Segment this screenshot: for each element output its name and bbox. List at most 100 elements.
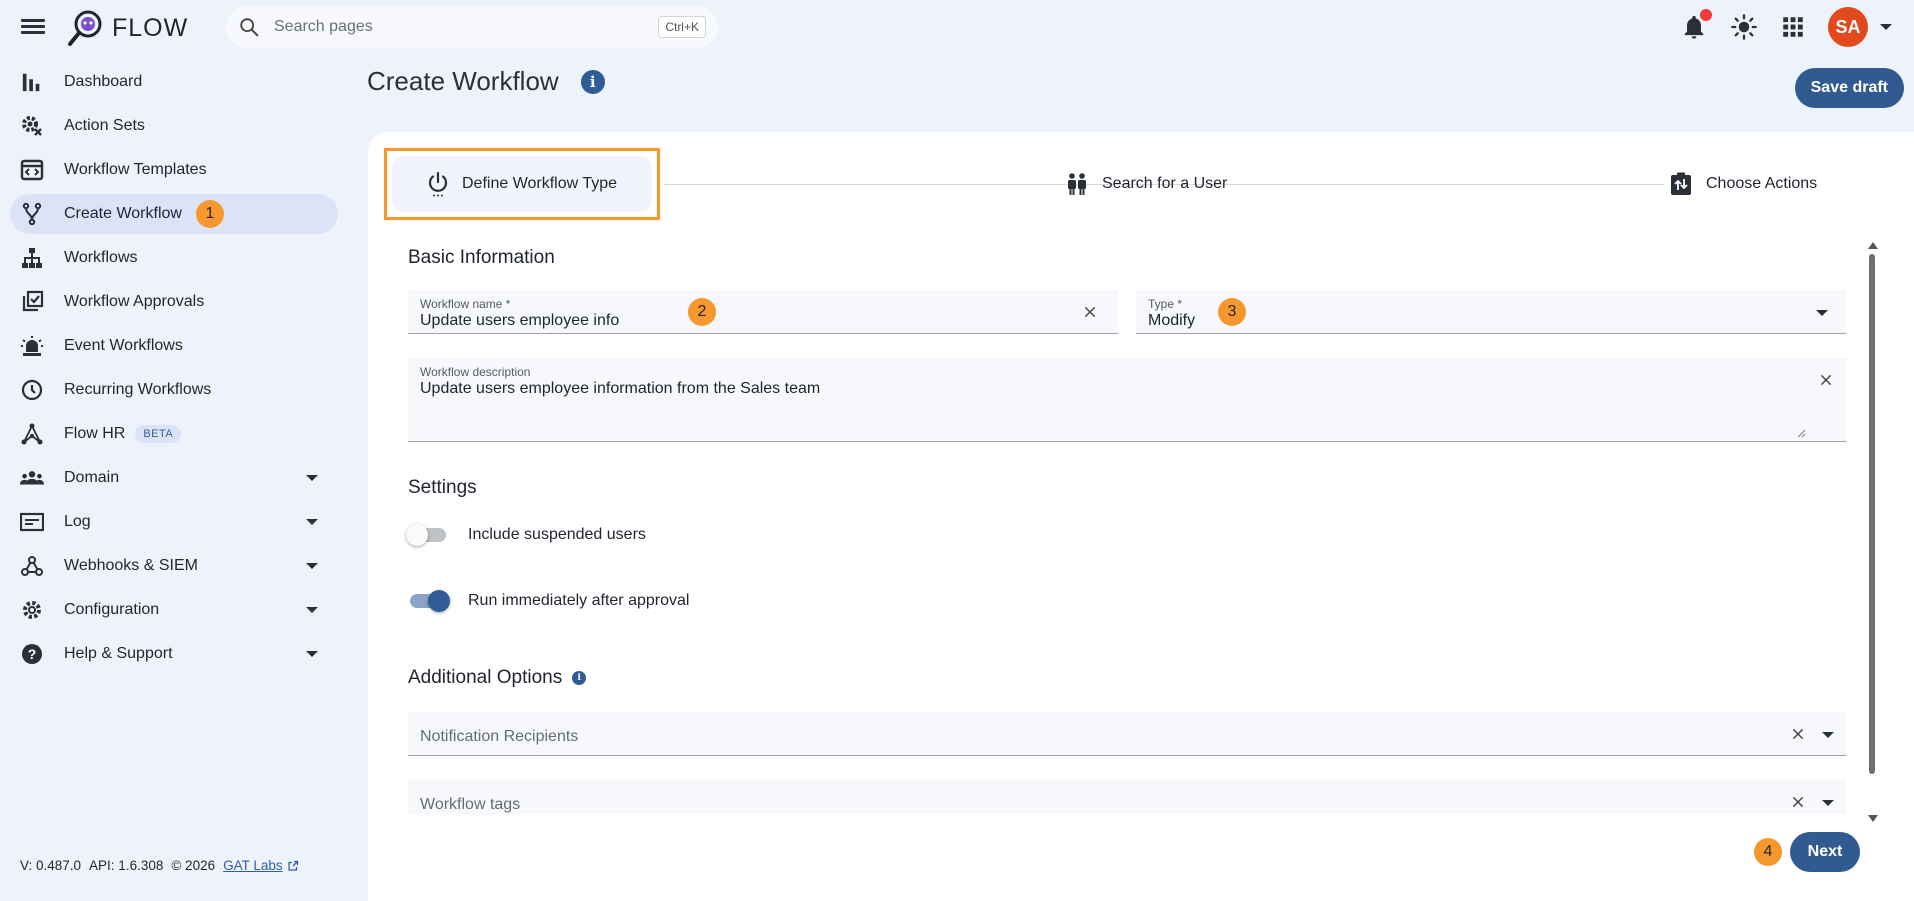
workflow-name-field[interactable]: Workflow name * Update users employee in… xyxy=(408,290,1118,334)
close-icon[interactable] xyxy=(1790,726,1806,742)
sidebar-item-workflows[interactable]: Workflows xyxy=(10,238,338,278)
chevron-down-icon[interactable] xyxy=(1816,310,1828,316)
scroll-down-arrow[interactable] xyxy=(1868,815,1878,822)
search-icon xyxy=(240,18,259,37)
info-icon[interactable]: i xyxy=(572,671,587,685)
include-suspended-toggle[interactable] xyxy=(406,524,446,546)
sidebar-item-label: Configuration xyxy=(64,601,160,618)
sidebar-item-configuration[interactable]: Configuration xyxy=(10,590,338,630)
step-search-user[interactable]: Search for a User xyxy=(1066,154,1227,214)
sidebar-item-label: Workflow Templates xyxy=(64,161,207,178)
field-label: Workflow description xyxy=(420,365,531,379)
next-button[interactable]: Next xyxy=(1790,832,1860,872)
external-link-icon[interactable] xyxy=(287,860,299,872)
step-label: Define Workflow Type xyxy=(462,175,618,192)
type-select[interactable]: Type * Modify 3 xyxy=(1136,290,1846,334)
close-icon[interactable] xyxy=(1790,794,1806,810)
chevron-down-icon[interactable] xyxy=(1822,732,1834,738)
next-action: 4 Next xyxy=(1754,832,1860,872)
sidebar-item-label: Log xyxy=(64,513,91,530)
info-icon[interactable]: i xyxy=(580,69,605,94)
step-choose-actions[interactable]: Choose Actions xyxy=(1670,154,1817,214)
sidebar-item-recurring-workflows[interactable]: Recurring Workflows xyxy=(10,370,338,410)
api-version-text: API: 1.6.308 xyxy=(89,858,164,873)
section-additional-options: Additional Options i xyxy=(408,667,587,689)
top-actions: SA xyxy=(1680,6,1892,48)
sidebar-item-label: Action Sets xyxy=(64,117,145,134)
svg-text:?: ? xyxy=(28,646,37,662)
sidebar-item-label: Flow HR xyxy=(64,425,126,442)
sidebar-item-action-sets[interactable]: Action Sets xyxy=(10,106,338,146)
alarm-light-icon xyxy=(20,334,44,358)
help-icon: ? xyxy=(20,642,44,666)
form-scrollbar[interactable] xyxy=(1866,240,1878,822)
sidebar-item-label: Recurring Workflows xyxy=(64,381,212,398)
app-logo[interactable]: FLOW xyxy=(66,8,188,48)
power-icon xyxy=(428,171,448,197)
sidebar-item-label: Help & Support xyxy=(64,645,173,662)
webhook-icon xyxy=(20,554,44,578)
branch-icon xyxy=(20,202,44,226)
sidebar-item-workflow-approvals[interactable]: Workflow Approvals xyxy=(10,282,338,322)
field-placeholder: Notification Recipients xyxy=(420,728,579,745)
chevron-down-icon[interactable] xyxy=(1880,24,1892,30)
swap-actions-icon xyxy=(1671,172,1691,195)
sidebar-item-domain[interactable]: Domain xyxy=(10,458,338,498)
flow-logo-icon xyxy=(68,10,102,46)
notification-dot xyxy=(1700,9,1712,21)
sidebar-item-label: Workflows xyxy=(64,249,138,266)
sidebar-item-label: Domain xyxy=(64,469,120,486)
user-avatar[interactable]: SA xyxy=(1828,7,1868,47)
version-text: V: 0.487.0 xyxy=(20,858,82,873)
chevron-down-icon xyxy=(306,475,318,481)
resize-handle-icon[interactable] xyxy=(1796,428,1806,438)
workflow-description-input[interactable]: Update users employee information from t… xyxy=(420,380,820,398)
bar-chart-icon xyxy=(20,70,44,94)
section-heading: Additional Options xyxy=(408,667,563,688)
beta-badge: BETA xyxy=(135,425,182,443)
search-shortcut: Ctrl+K xyxy=(658,16,706,38)
menu-icon[interactable] xyxy=(20,16,46,38)
people-icon xyxy=(20,466,44,490)
sidebar-item-webhooks-siem[interactable]: Webhooks & SIEM xyxy=(10,546,338,586)
scroll-thumb[interactable] xyxy=(1869,254,1875,774)
notification-recipients-select[interactable]: Notification Recipients xyxy=(408,712,1846,756)
sidebar-item-workflow-templates[interactable]: Workflow Templates xyxy=(10,150,338,190)
sidebar: Dashboard Action Sets Workflow Templates… xyxy=(0,62,348,678)
apps-grid-icon[interactable] xyxy=(1780,14,1806,40)
sidebar-item-log[interactable]: Log xyxy=(10,502,338,542)
workflow-tags-select[interactable]: Workflow tags xyxy=(408,780,1846,814)
sidebar-item-dashboard[interactable]: Dashboard xyxy=(10,62,338,102)
sidebar-item-help-support[interactable]: ? Help & Support xyxy=(10,634,338,674)
template-icon xyxy=(20,158,44,182)
app-footer: V: 0.487.0 API: 1.6.308 © 2026 GAT Labs xyxy=(20,858,299,873)
search-input[interactable] xyxy=(274,18,659,36)
close-icon[interactable] xyxy=(1082,304,1098,320)
workflow-description-field[interactable]: Workflow description Update users employ… xyxy=(408,358,1846,442)
save-draft-button[interactable]: Save draft xyxy=(1794,68,1904,108)
sidebar-item-event-workflows[interactable]: Event Workflows xyxy=(10,326,338,366)
type-selected-value: Modify xyxy=(1148,312,1196,329)
sitemap-icon xyxy=(20,246,44,270)
section-basic-information: Basic Information xyxy=(408,247,555,268)
sidebar-item-flow-hr[interactable]: Flow HR BETA xyxy=(10,414,338,454)
step-label: Search for a User xyxy=(1102,175,1228,192)
hr-network-icon xyxy=(20,422,44,446)
notifications-button[interactable] xyxy=(1680,9,1712,41)
theme-toggle-icon[interactable] xyxy=(1730,13,1758,41)
chevron-down-icon[interactable] xyxy=(1822,800,1834,806)
sidebar-item-label: Dashboard xyxy=(64,73,143,90)
gat-labs-link[interactable]: GAT Labs xyxy=(223,858,283,873)
search-bar[interactable]: Ctrl+K xyxy=(226,6,718,48)
step-connector xyxy=(1264,184,1664,185)
close-icon[interactable] xyxy=(1818,372,1834,388)
scroll-up-arrow[interactable] xyxy=(1868,242,1878,249)
chevron-down-icon xyxy=(306,651,318,657)
clock-icon xyxy=(20,378,44,402)
step-define-workflow-type[interactable]: Define Workflow Type xyxy=(392,156,652,212)
run-immediately-toggle[interactable] xyxy=(410,590,450,612)
sidebar-item-label: Create Workflow xyxy=(64,205,182,222)
chevron-down-icon xyxy=(306,563,318,569)
sidebar-item-create-workflow[interactable]: Create Workflow 1 xyxy=(10,194,338,234)
workflow-name-input[interactable]: Update users employee info xyxy=(420,312,619,330)
